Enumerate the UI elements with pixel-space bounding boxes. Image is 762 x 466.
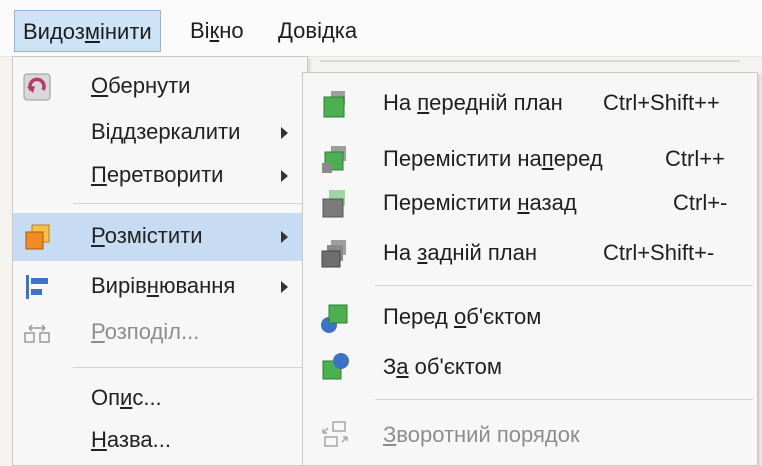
submenu-arrow-icon xyxy=(281,281,288,293)
menu-separator xyxy=(73,367,303,368)
distribute-icon xyxy=(24,324,50,343)
shortcut-label: Ctrl+Shift++ xyxy=(603,90,720,115)
send-to-back-icon xyxy=(321,240,346,268)
submenu-item-reverse-order[interactable]: Зворотний порядок xyxy=(303,411,757,459)
menu-item-label: Обернути xyxy=(91,73,191,98)
bring-forward-icon xyxy=(322,146,346,173)
menu-item-label: Віддзеркалити xyxy=(91,119,241,144)
menu-item-label: Вирівнювання xyxy=(91,273,236,298)
submenu-arrow-icon xyxy=(281,170,288,182)
submenu-item-in-front-of[interactable]: Перед об'єктом xyxy=(303,293,757,341)
shortcut-label: Ctrl+Shift+- xyxy=(603,240,715,265)
submenu-item-label: Перемістити наперед xyxy=(383,146,603,171)
submenu-item-label: За об'єктом xyxy=(383,354,502,379)
submenu-item-label: На передній план xyxy=(383,90,563,115)
menu-item-name[interactable]: Назва... xyxy=(13,417,307,465)
submenu-separator xyxy=(375,399,753,400)
shortcut-label: Ctrl++ xyxy=(665,146,725,171)
submenu-item-behind[interactable]: За об'єктом xyxy=(303,343,757,391)
menu-item-transform[interactable]: Перетворити xyxy=(13,152,307,200)
menu-modify[interactable]: Видозмінити xyxy=(14,10,161,52)
menu-item-label: Перетворити xyxy=(91,162,224,187)
menu-item-rotate[interactable]: Обернути xyxy=(13,63,307,111)
menu-item-label: Опис... xyxy=(91,385,162,410)
reverse-order-icon xyxy=(322,421,348,447)
menu-item-align[interactable]: Вирівнювання xyxy=(13,263,307,311)
menu-window[interactable]: Вікно xyxy=(182,10,252,52)
submenu-item-to-back[interactable]: На задній план Ctrl+Shift+- xyxy=(303,229,757,277)
menu-item-distribute[interactable]: Розподіл... xyxy=(13,309,307,357)
submenu-item-to-front[interactable]: На передній план Ctrl+Shift++ xyxy=(303,79,757,127)
rotate-icon xyxy=(23,73,51,101)
submenu-arrow-icon xyxy=(281,127,288,139)
behind-object-icon xyxy=(322,353,349,380)
shortcut-label: Ctrl+- xyxy=(673,190,728,215)
submenu-item-label: Перемістити назад xyxy=(383,190,577,215)
submenu-arrow-icon xyxy=(281,231,288,243)
align-icon xyxy=(26,275,48,299)
menu-item-mirror[interactable]: Віддзеркалити xyxy=(13,109,307,157)
menu-help[interactable]: Довідка xyxy=(270,10,365,52)
in-front-of-object-icon xyxy=(321,304,348,333)
send-backward-icon xyxy=(322,190,345,218)
menu-bar: Видозмінити Вікно Довідка xyxy=(0,0,762,57)
menu-item-label: Розмістити xyxy=(91,223,203,248)
menu-item-label: Назва... xyxy=(91,427,171,452)
submenu-separator xyxy=(375,285,753,286)
submenu-item-forward[interactable]: Перемістити наперед Ctrl++ xyxy=(303,135,757,183)
submenu-item-label: Перед об'єктом xyxy=(383,304,542,329)
menu-item-arrange[interactable]: Розмістити xyxy=(13,213,307,261)
arrange-submenu: На передній план Ctrl+Shift++ Перемістит… xyxy=(302,72,758,466)
menu-separator xyxy=(73,203,303,204)
bring-to-front-icon xyxy=(323,91,345,118)
submenu-item-backward[interactable]: Перемістити назад Ctrl+- xyxy=(303,179,757,227)
modify-menu: Обернути Віддзеркалити Перетворити Розмі… xyxy=(12,56,308,466)
submenu-item-label: Зворотний порядок xyxy=(383,422,580,447)
submenu-item-label: На задній план xyxy=(383,240,537,265)
arrange-icon xyxy=(25,224,50,250)
menu-item-label: Розподіл... xyxy=(91,319,200,344)
menu-item-description[interactable]: Опис... xyxy=(13,375,307,423)
